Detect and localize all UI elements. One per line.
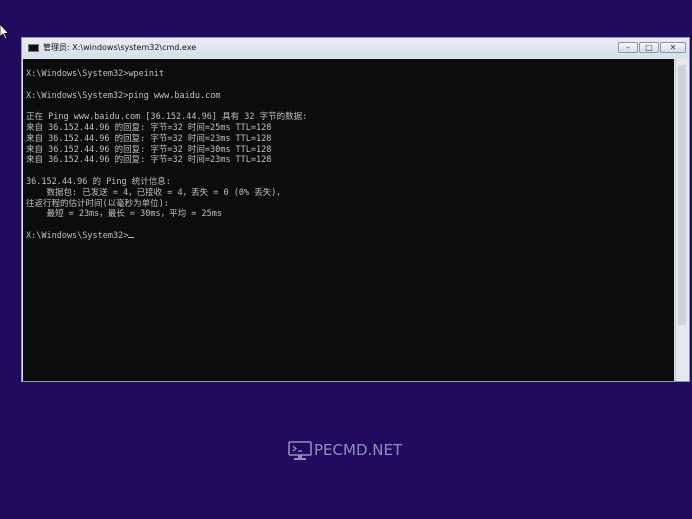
console-line: 36.152.44.96 的 Ping 统计信息: <box>26 176 171 187</box>
console-output-area[interactable]: X:\Windows\System32>wpeinit X:\Windows\S… <box>23 59 674 381</box>
minimize-button[interactable]: – <box>618 42 638 53</box>
console-line: 往返行程的估计时间(以毫秒为单位): <box>26 198 169 209</box>
mouse-cursor-icon <box>0 24 10 40</box>
brand-text: PECMD.NET <box>314 441 403 459</box>
cmd-window[interactable]: 管理员: X:\windows\system32\cmd.exe – □ ✕ X… <box>21 37 690 382</box>
window-titlebar[interactable]: 管理员: X:\windows\system32\cmd.exe – □ ✕ <box>22 38 689 58</box>
window-title: 管理员: X:\windows\system32\cmd.exe <box>43 43 197 52</box>
console-line: X:\Windows\System32>wpeinit <box>26 69 165 79</box>
console-line: 来自 36.152.44.96 的回复: 字节=32 时间=23ms TTL=1… <box>26 133 272 144</box>
maximize-button[interactable]: □ <box>639 42 659 53</box>
console-line: X:\Windows\System32>ping www.baidu.com <box>26 90 221 101</box>
close-button[interactable]: ✕ <box>660 42 686 53</box>
cmd-app-icon <box>28 44 39 52</box>
monitor-icon <box>288 441 312 460</box>
scrollbar-thumb[interactable] <box>678 65 686 325</box>
console-text: X:\Windows\System32>wpeinit X:\Windows\S… <box>26 69 307 242</box>
console-line: 最短 = 23ms，最长 = 30ms，平均 = 25ms <box>26 209 222 220</box>
console-line: 来自 36.152.44.96 的回复: 字节=32 时间=23ms TTL=1… <box>26 155 272 166</box>
console-line: 来自 36.152.44.96 的回复: 字节=32 时间=30ms TTL=1… <box>26 144 272 155</box>
console-line: 来自 36.152.44.96 的回复: 字节=32 时间=25ms TTL=1… <box>26 122 272 133</box>
console-line: 数据包: 已发送 = 4，已接收 = 4，丢失 = 0 (0% 丢失)， <box>26 187 285 198</box>
desktop: 管理员: X:\windows\system32\cmd.exe – □ ✕ X… <box>0 0 692 519</box>
vertical-scrollbar[interactable] <box>675 59 688 381</box>
console-line: X:\Windows\System32> <box>26 230 129 241</box>
console-line: 正在 Ping www.baidu.com [36.152.44.96] 具有 … <box>26 112 308 123</box>
text-cursor <box>128 236 135 238</box>
